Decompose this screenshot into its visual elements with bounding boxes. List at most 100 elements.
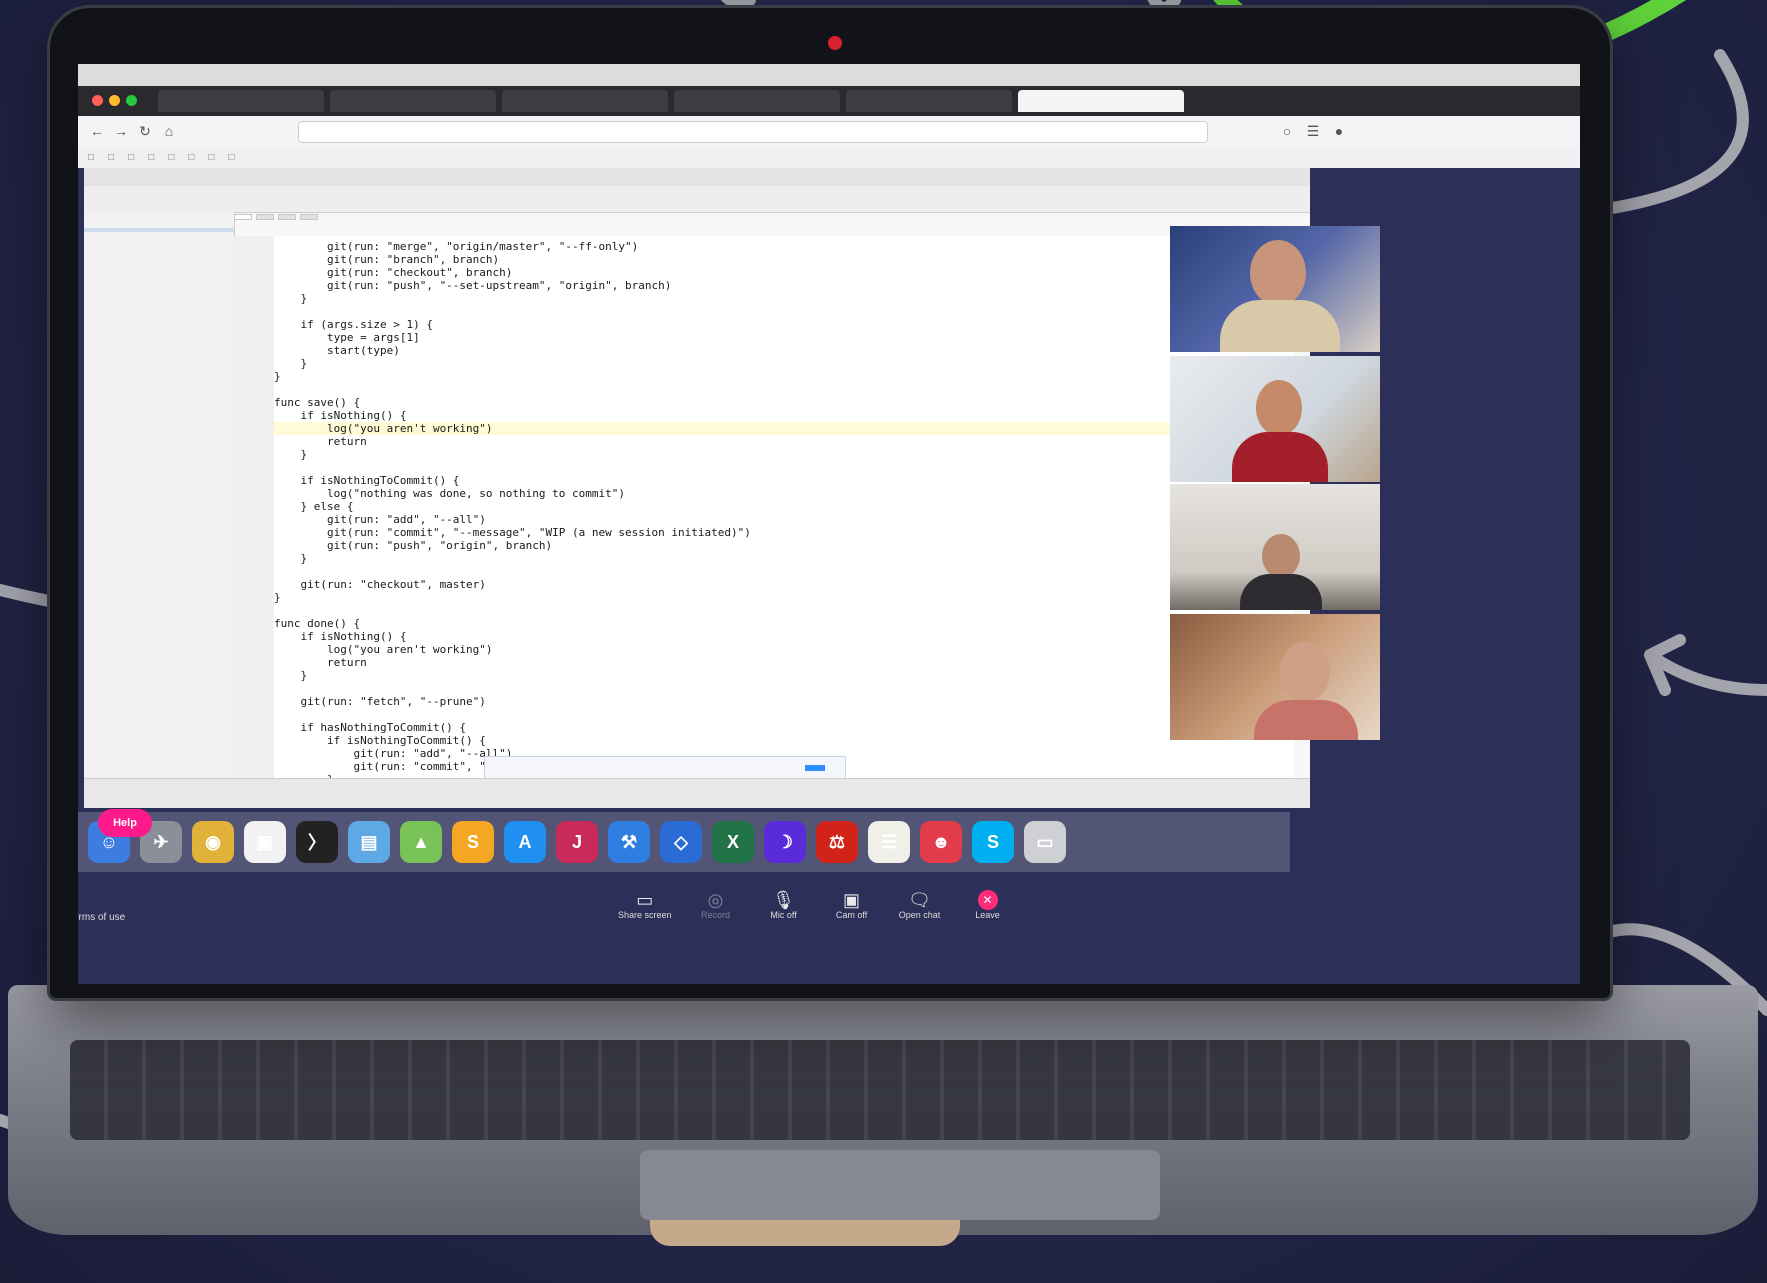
video-tile-4[interactable] <box>1170 614 1380 740</box>
code-line[interactable]: } <box>274 552 1294 565</box>
video-tile-3[interactable] <box>1170 484 1380 610</box>
code-line[interactable]: return <box>274 435 1294 448</box>
leave-button[interactable]: ✕ Leave <box>964 890 1012 920</box>
acrobat-icon[interactable]: ⚖ <box>816 821 858 863</box>
code-line[interactable]: start(type) <box>274 344 1294 357</box>
bookmark-item[interactable] <box>128 152 134 163</box>
skype-icon[interactable]: S <box>972 821 1014 863</box>
browser-tab[interactable] <box>674 90 840 112</box>
video-tile-2[interactable] <box>1170 356 1380 482</box>
code-line[interactable]: } <box>274 448 1294 461</box>
code-line[interactable]: type = args[1] <box>274 331 1294 344</box>
code-line[interactable]: log("you aren't working") <box>274 422 1294 435</box>
close-window-button[interactable] <box>92 95 103 106</box>
editor-tab[interactable] <box>256 214 274 220</box>
open-chat-button[interactable]: 🗨 Open chat <box>896 890 944 920</box>
calendar-icon[interactable]: ▣ <box>244 821 286 863</box>
hide-notice-button[interactable] <box>825 765 845 771</box>
address-bar[interactable] <box>298 121 1208 143</box>
bookmark-item[interactable] <box>188 152 194 163</box>
code-line[interactable] <box>274 461 1294 474</box>
minimize-window-button[interactable] <box>109 95 120 106</box>
code-line[interactable] <box>274 682 1294 695</box>
chrome-icon[interactable]: ◉ <box>192 821 234 863</box>
code-line[interactable] <box>274 708 1294 721</box>
stop-sharing-button[interactable] <box>805 765 825 771</box>
code-line[interactable]: if isNothingToCommit() { <box>274 474 1294 487</box>
code-line[interactable]: git(run: "commit", "--message", "WIP (a … <box>274 526 1294 539</box>
code-editor[interactable]: git(run: "merge", "origin/master", "--ff… <box>274 236 1294 799</box>
tree-item[interactable] <box>84 236 234 240</box>
code-line[interactable]: git(run: "checkout", master) <box>274 578 1294 591</box>
notes-icon[interactable]: ☰ <box>868 821 910 863</box>
terminal-icon[interactable]: 〉 <box>296 821 338 863</box>
code-line[interactable]: } <box>274 357 1294 370</box>
editor-tab[interactable] <box>300 214 318 220</box>
code-line[interactable]: log("you aren't working") <box>274 643 1294 656</box>
code-line[interactable]: git(run: "push", "--set-upstream", "orig… <box>274 279 1294 292</box>
share-screen-button[interactable]: ▭ Share screen <box>618 890 672 920</box>
code-line[interactable] <box>274 565 1294 578</box>
code-line[interactable]: git(run: "fetch", "--prune") <box>274 695 1294 708</box>
sublime-icon[interactable]: S <box>452 821 494 863</box>
home-icon[interactable]: ⌂ <box>160 122 178 140</box>
trash-icon[interactable]: ▭ <box>1024 821 1066 863</box>
xcode-icon[interactable]: ⚒ <box>608 821 650 863</box>
code-line[interactable]: git(run: "push", "origin", branch) <box>274 539 1294 552</box>
firefox-icon[interactable]: ☽ <box>764 821 806 863</box>
bookmark-item[interactable] <box>108 152 114 163</box>
extension-icon[interactable]: ○ <box>1278 122 1296 140</box>
intellij-icon[interactable]: J <box>556 821 598 863</box>
preview-icon[interactable]: ▤ <box>348 821 390 863</box>
code-line[interactable]: if isNothing() { <box>274 409 1294 422</box>
code-line[interactable]: if hasNothingToCommit() { <box>274 721 1294 734</box>
excel-icon[interactable]: X <box>712 821 754 863</box>
code-line[interactable]: func save() { <box>274 396 1294 409</box>
reload-icon[interactable]: ↻ <box>136 122 154 140</box>
slack-bot-icon[interactable]: ☻ <box>920 821 962 863</box>
terms-link[interactable]: Terms of use <box>78 912 125 923</box>
browser-tab[interactable] <box>158 90 324 112</box>
code-line[interactable]: } <box>274 292 1294 305</box>
code-line[interactable]: if isNothingToCommit() { <box>274 734 1294 747</box>
browser-tab-active[interactable] <box>1018 90 1184 112</box>
bookmark-item[interactable] <box>148 152 154 163</box>
code-line[interactable]: git(run: "add", "--all") <box>274 513 1294 526</box>
browser-tab[interactable] <box>846 90 1012 112</box>
browser-tab[interactable] <box>330 90 496 112</box>
library-icon[interactable]: ☰ <box>1304 122 1322 140</box>
code-line[interactable]: git(run: "branch", branch) <box>274 253 1294 266</box>
code-line[interactable]: git(run: "checkout", branch) <box>274 266 1294 279</box>
code-line[interactable]: } <box>274 591 1294 604</box>
code-line[interactable] <box>274 383 1294 396</box>
code-line[interactable]: } <box>274 370 1294 383</box>
vscode-icon[interactable]: ◇ <box>660 821 702 863</box>
editor-tab[interactable] <box>234 214 252 220</box>
bookmark-item[interactable] <box>168 152 174 163</box>
back-icon[interactable]: ← <box>88 122 106 140</box>
record-button[interactable]: ◎ Record <box>692 890 740 920</box>
code-line[interactable]: log("nothing was done, so nothing to com… <box>274 487 1294 500</box>
maximize-window-button[interactable] <box>126 95 137 106</box>
code-line[interactable]: func done() { <box>274 617 1294 630</box>
code-line[interactable]: if (args.size > 1) { <box>274 318 1294 331</box>
code-line[interactable]: git(run: "merge", "origin/master", "--ff… <box>274 240 1294 253</box>
code-line[interactable] <box>274 305 1294 318</box>
bookmark-item[interactable] <box>88 152 94 163</box>
mic-toggle-button[interactable]: 🎙 Mic off <box>760 890 808 920</box>
code-line[interactable]: } else { <box>274 500 1294 513</box>
browser-tab[interactable] <box>502 90 668 112</box>
profile-icon[interactable]: ● <box>1330 122 1348 140</box>
bookmark-item[interactable] <box>208 152 214 163</box>
code-line[interactable]: } <box>274 669 1294 682</box>
editor-tab[interactable] <box>278 214 296 220</box>
app-store-icon[interactable]: A <box>504 821 546 863</box>
forward-icon[interactable]: → <box>112 122 130 140</box>
code-line[interactable]: return <box>274 656 1294 669</box>
code-line[interactable]: if isNothing() { <box>274 630 1294 643</box>
bookmark-item[interactable] <box>228 152 234 163</box>
code-line[interactable] <box>274 604 1294 617</box>
android-studio-icon[interactable]: ▲ <box>400 821 442 863</box>
camera-toggle-button[interactable]: ▣ Cam off <box>828 890 876 920</box>
help-button[interactable]: Help <box>98 809 152 837</box>
